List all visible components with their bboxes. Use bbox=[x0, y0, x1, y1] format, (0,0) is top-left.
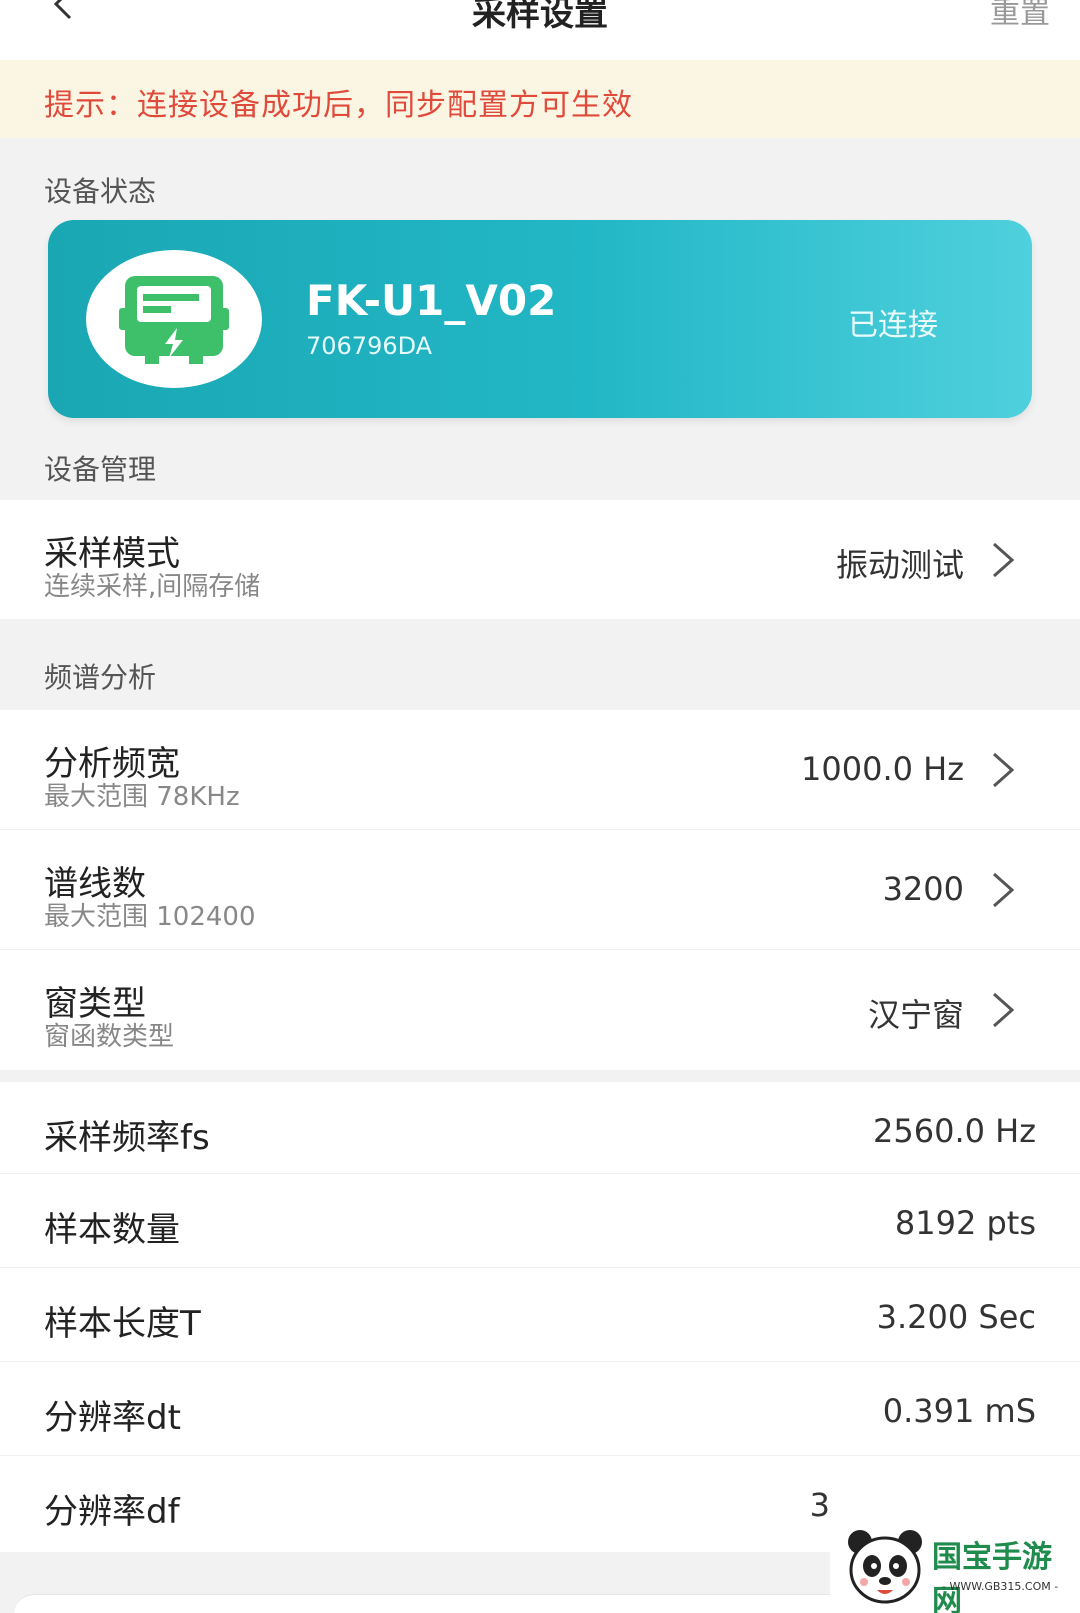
row-value: 0.391 mS bbox=[882, 1392, 1036, 1430]
section-label-device-manage: 设备管理 bbox=[44, 453, 157, 486]
row-value: 2560.0 Hz bbox=[873, 1112, 1036, 1150]
row-value: 振动测试 bbox=[835, 546, 964, 584]
section-label-device-status: 设备状态 bbox=[44, 175, 157, 208]
meter-icon bbox=[119, 276, 229, 364]
device-manage-panel: 采样模式 连续采样,间隔存储 振动测试 bbox=[0, 500, 1080, 620]
row-subtitle: 窗函数类型 bbox=[44, 1022, 175, 1052]
row-value: 1000.0 Hz bbox=[801, 750, 964, 788]
info-row-sample-length: 样本长度T 3.200 Sec bbox=[0, 1268, 1080, 1362]
tip-text: 提示：连接设备成功后，同步配置方可生效 bbox=[44, 88, 633, 123]
row-title: 样本长度T bbox=[44, 1304, 201, 1344]
watermark-site: - WWW.GB315.COM - bbox=[942, 1580, 1059, 1593]
row-value: 3 bbox=[809, 1486, 830, 1524]
row-value: 3.200 Sec bbox=[876, 1298, 1036, 1336]
watermark: 国宝手游网 - WWW.GB315.COM - bbox=[830, 1520, 1080, 1613]
row-title: 采样频率fs bbox=[44, 1118, 210, 1158]
info-row-resolution-dt: 分辨率dt 0.391 mS bbox=[0, 1362, 1080, 1456]
chevron-right-icon bbox=[993, 752, 1015, 788]
row-title: 样本数量 bbox=[44, 1210, 180, 1250]
row-title: 分辨率df bbox=[44, 1492, 180, 1532]
row-value: 8192 pts bbox=[894, 1204, 1036, 1242]
chevron-right-icon bbox=[993, 992, 1015, 1028]
page-title: 采样设置 bbox=[472, 0, 608, 34]
setting-row-bandwidth[interactable]: 分析频宽 最大范围 78KHz 1000.0 Hz bbox=[0, 710, 1080, 830]
row-value: 3200 bbox=[882, 870, 964, 908]
device-avatar bbox=[86, 250, 262, 388]
device-connection-status: 已连接 bbox=[848, 308, 938, 343]
setting-row-spectral-lines[interactable]: 谱线数 最大范围 102400 3200 bbox=[0, 830, 1080, 950]
top-bar: 采样设置 重置 bbox=[0, 0, 1080, 60]
spectrum-panel: 分析频宽 最大范围 78KHz 1000.0 Hz 谱线数 最大范围 10240… bbox=[0, 710, 1080, 1070]
reset-button[interactable]: 重置 bbox=[990, 0, 1050, 32]
chevron-right-icon bbox=[993, 872, 1015, 908]
row-subtitle: 最大范围 102400 bbox=[44, 902, 256, 932]
bottom-sheet-edge bbox=[14, 1594, 834, 1613]
setting-row-sampling-mode[interactable]: 采样模式 连续采样,间隔存储 振动测试 bbox=[0, 500, 1080, 620]
row-subtitle: 连续采样,间隔存储 bbox=[44, 572, 261, 602]
device-name: FK-U1_V02 bbox=[306, 276, 557, 325]
row-value: 汉宁窗 bbox=[867, 996, 964, 1034]
info-row-sampling-frequency: 采样频率fs 2560.0 Hz bbox=[0, 1082, 1080, 1174]
info-row-sample-count: 样本数量 8192 pts bbox=[0, 1174, 1080, 1268]
section-label-spectrum: 频谱分析 bbox=[44, 661, 157, 694]
row-subtitle: 最大范围 78KHz bbox=[44, 782, 240, 812]
panda-logo-icon bbox=[848, 1530, 922, 1604]
watermark-brand: 国宝手游网 bbox=[932, 1540, 1052, 1613]
device-card[interactable]: FK-U1_V02 706796DA 已连接 bbox=[48, 220, 1032, 418]
tip-banner: 提示：连接设备成功后，同步配置方可生效 bbox=[0, 60, 1080, 138]
setting-row-window-type[interactable]: 窗类型 窗函数类型 汉宁窗 bbox=[0, 950, 1080, 1070]
chevron-right-icon bbox=[993, 542, 1015, 578]
row-title: 分辨率dt bbox=[44, 1398, 181, 1438]
device-id: 706796DA bbox=[306, 332, 433, 360]
computed-params-panel: 采样频率fs 2560.0 Hz 样本数量 8192 pts 样本长度T 3.2… bbox=[0, 1082, 1080, 1552]
